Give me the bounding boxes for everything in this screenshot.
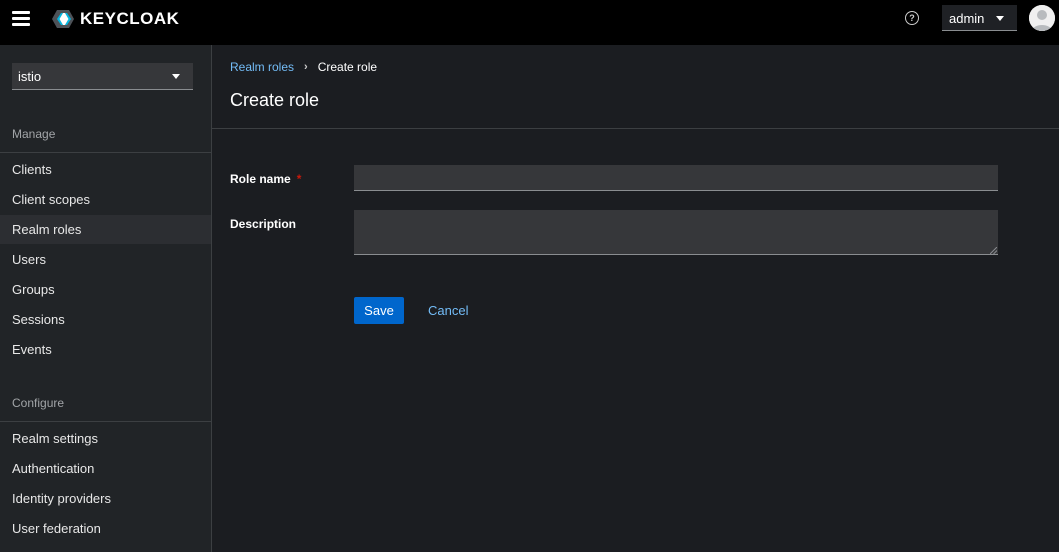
help-icon[interactable]: ?: [905, 11, 919, 25]
page-title: Create role: [230, 90, 320, 110]
breadcrumb-link-realm-roles[interactable]: Realm roles: [230, 60, 294, 74]
sidebar-section-configure: Configure: [0, 396, 211, 422]
description-field[interactable]: [354, 210, 998, 255]
brand-name: KEYCLOAK: [80, 9, 180, 28]
sidebar-item-users[interactable]: Users: [0, 245, 211, 274]
cancel-button[interactable]: Cancel: [428, 297, 468, 324]
realm-selector[interactable]: istio: [12, 63, 193, 90]
role-name-label: Role name *: [230, 172, 301, 186]
sidebar-item-client-scopes[interactable]: Client scopes: [0, 185, 211, 214]
avatar[interactable]: [1029, 5, 1055, 31]
main-content: Realm roles › Create role Create role Ro…: [212, 45, 1059, 552]
keycloak-logo[interactable]: KEYCLOAK: [52, 9, 179, 29]
role-name-label-text: Role name: [230, 172, 291, 186]
sidebar-item-realm-settings[interactable]: Realm settings: [0, 424, 211, 453]
sidebar-section-manage: Manage: [0, 127, 211, 153]
user-menu-label: admin: [949, 11, 985, 26]
required-marker: *: [296, 172, 302, 186]
breadcrumb: Realm roles › Create role: [230, 60, 377, 74]
sidebar-item-realm-roles[interactable]: Realm roles: [0, 215, 211, 244]
sidebar: istio Manage Clients Client scopes Realm…: [0, 45, 212, 552]
hamburger-menu-icon[interactable]: [12, 11, 30, 27]
role-name-input[interactable]: [354, 165, 998, 191]
user-menu-dropdown[interactable]: admin: [942, 5, 1017, 31]
masthead: KEYCLOAK ? admin: [0, 0, 1059, 45]
sidebar-item-events[interactable]: Events: [0, 335, 211, 364]
user-avatar-icon: [1029, 5, 1055, 31]
sidebar-item-groups[interactable]: Groups: [0, 275, 211, 304]
caret-down-icon: [996, 16, 1004, 21]
chevron-right-icon: ›: [304, 61, 308, 73]
description-textarea[interactable]: [354, 210, 998, 255]
caret-down-icon: [172, 74, 180, 79]
sidebar-item-user-federation[interactable]: User federation: [0, 514, 211, 543]
description-label: Description: [230, 217, 297, 231]
realm-selector-value: istio: [18, 69, 42, 84]
resize-handle-icon[interactable]: [990, 247, 997, 254]
sidebar-item-sessions[interactable]: Sessions: [0, 305, 211, 334]
sidebar-item-identity-providers[interactable]: Identity providers: [0, 484, 211, 513]
save-button[interactable]: Save: [354, 297, 404, 324]
sidebar-item-authentication[interactable]: Authentication: [0, 454, 211, 483]
breadcrumb-current: Create role: [317, 60, 378, 74]
keycloak-logo-icon: [52, 10, 74, 28]
header-divider: [212, 128, 1059, 129]
sidebar-item-clients[interactable]: Clients: [0, 155, 211, 184]
